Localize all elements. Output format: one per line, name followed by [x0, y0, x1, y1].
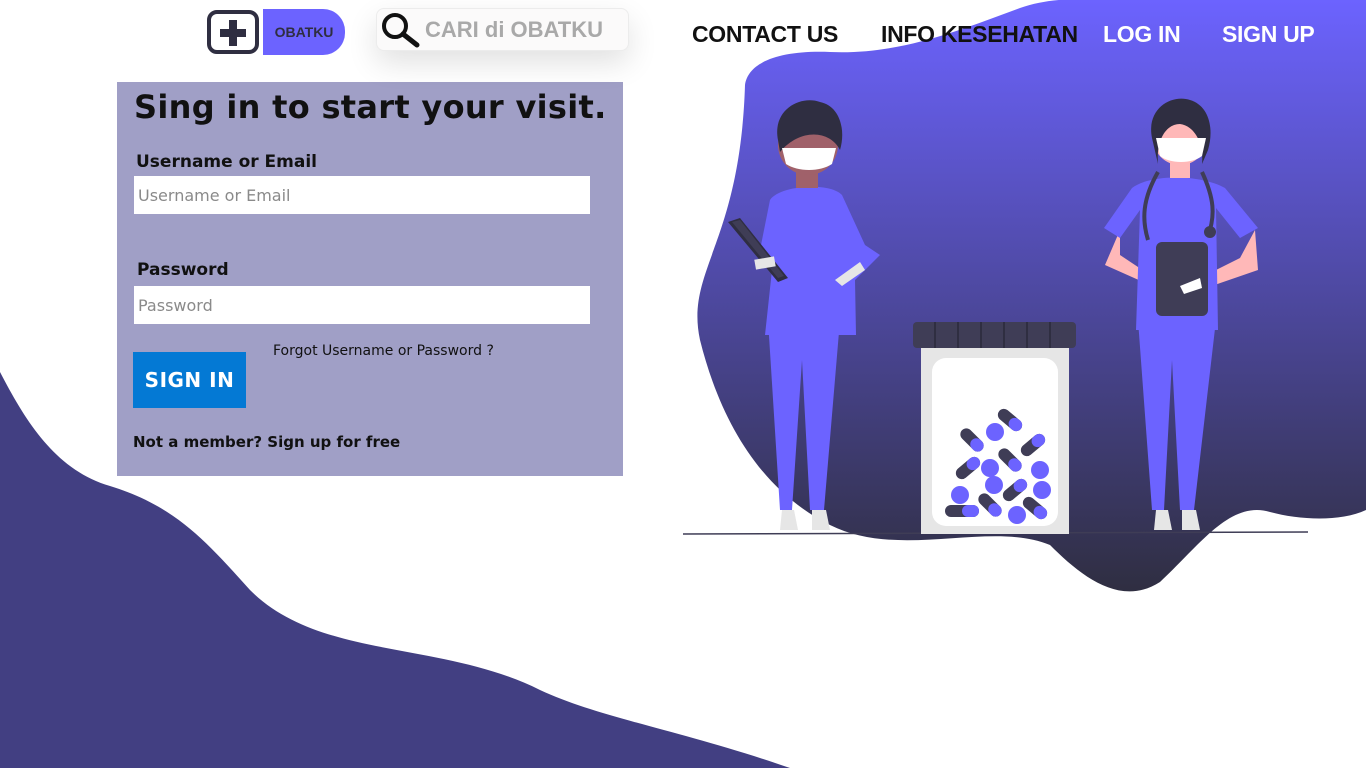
- username-label: Username or Email: [136, 152, 318, 172]
- login-panel: Sing in to start your visit. Username or…: [117, 82, 623, 476]
- nav-info-kesehatan[interactable]: INFO KESEHATAN: [881, 21, 1078, 48]
- doctors-illustration: [728, 98, 1258, 534]
- plus-icon: [207, 10, 259, 54]
- password-label: Password: [137, 260, 229, 280]
- nav-contact-us[interactable]: CONTACT US: [692, 21, 838, 48]
- nav-sign-up[interactable]: SIGN UP: [1222, 21, 1315, 48]
- search-icon[interactable]: [377, 10, 423, 50]
- doctor-right: [1104, 98, 1258, 530]
- forgot-password-link[interactable]: Forgot Username or Password ?: [273, 343, 494, 359]
- sign-in-button[interactable]: SIGN IN: [133, 352, 246, 408]
- login-title: Sing in to start your visit.: [134, 88, 607, 126]
- sign-up-free-link[interactable]: Not a member? Sign up for free: [133, 433, 400, 451]
- password-field[interactable]: [134, 286, 590, 324]
- username-field[interactable]: [134, 176, 590, 214]
- nav-log-in[interactable]: LOG IN: [1103, 21, 1181, 48]
- pill-jar: [913, 322, 1076, 534]
- search-bar: [376, 8, 629, 51]
- doctor-left: [728, 100, 880, 530]
- logo-text: OBATKU: [263, 9, 345, 55]
- logo[interactable]: OBATKU: [207, 7, 353, 57]
- search-input[interactable]: [423, 10, 622, 49]
